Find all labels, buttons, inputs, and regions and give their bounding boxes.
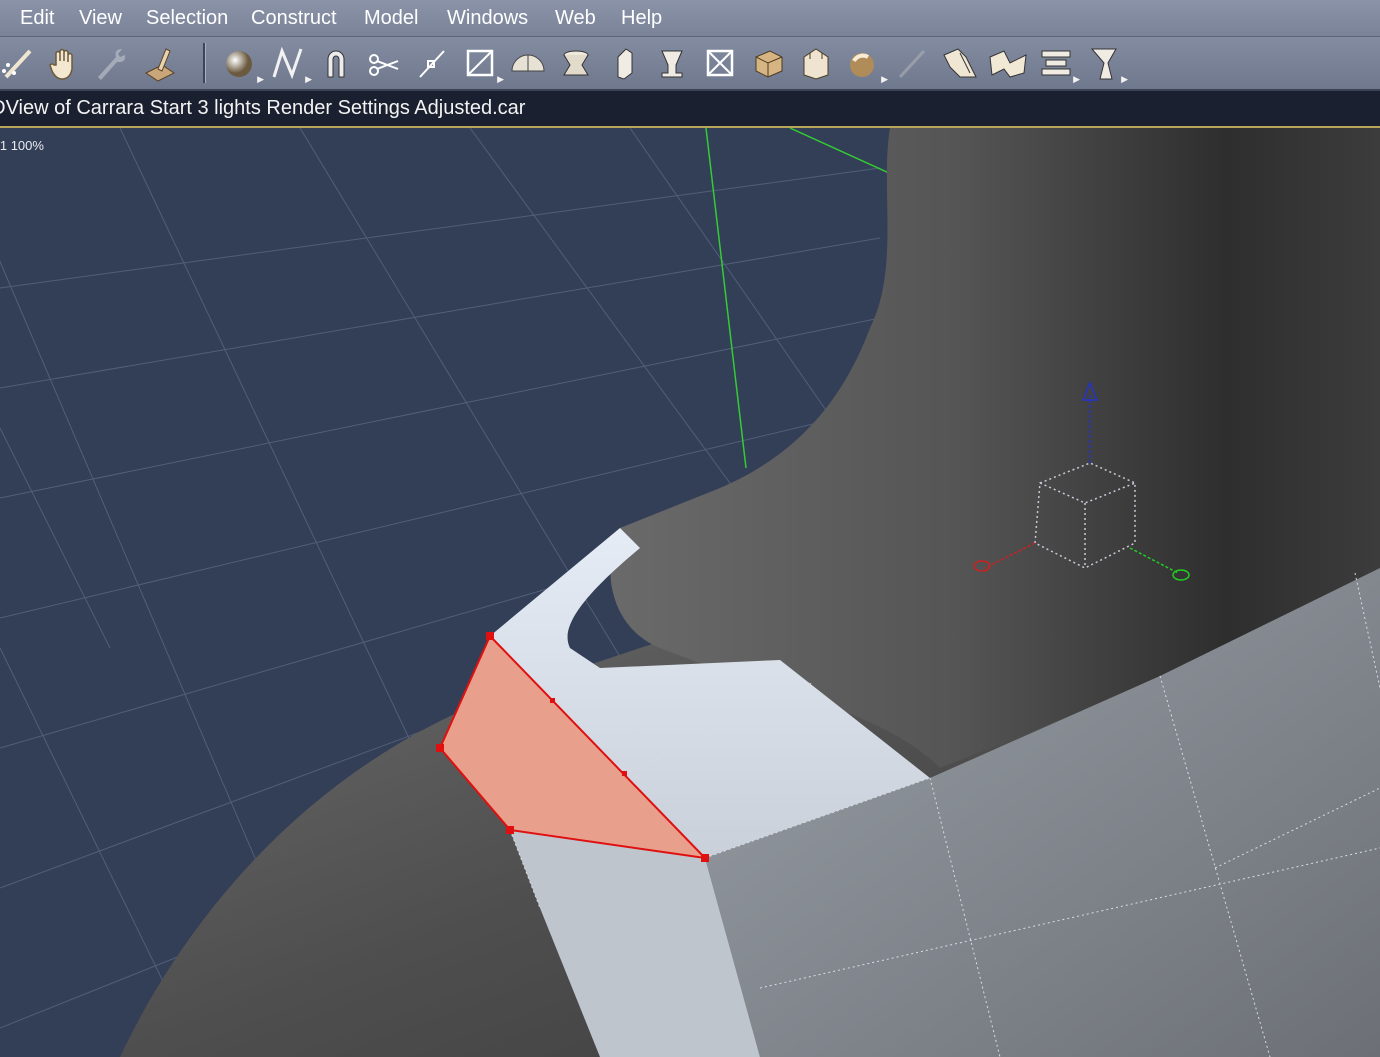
magnet-icon[interactable] — [316, 43, 356, 83]
3d-scene[interactable] — [0, 128, 1380, 1057]
menu-construct[interactable]: Construct — [251, 7, 337, 30]
half-sphere-icon[interactable] — [508, 43, 548, 83]
point-add-icon[interactable] — [412, 43, 452, 83]
cube-icon[interactable] — [748, 43, 788, 83]
sweep-icon[interactable] — [652, 43, 692, 83]
wrench-icon[interactable] — [90, 43, 130, 83]
document-title: 3DView of Carrara Start 3 lights Render … — [0, 97, 526, 119]
box-cross-icon[interactable] — [700, 43, 740, 83]
fold-icon[interactable] — [988, 43, 1028, 83]
sphere-icon[interactable]: ▶ — [220, 43, 264, 84]
bag-icon[interactable] — [796, 43, 836, 83]
morph-icon[interactable] — [940, 43, 980, 83]
spline-icon[interactable]: ▶ — [268, 43, 312, 84]
extrude-icon[interactable] — [604, 43, 644, 83]
menu-view[interactable]: View — [79, 7, 122, 30]
menu-selection[interactable]: Selection — [146, 7, 228, 30]
scissors-icon[interactable] — [364, 43, 404, 83]
menu-model[interactable]: Model — [364, 7, 418, 30]
menu-bar: Edit View Selection Construct Model Wind… — [0, 0, 1380, 37]
align-icon[interactable]: ▶ — [1036, 43, 1080, 84]
magic-wand-icon[interactable] — [0, 43, 38, 83]
lathe-icon[interactable] — [556, 43, 596, 83]
menu-help[interactable]: Help — [621, 7, 662, 30]
menu-web[interactable]: Web — [555, 7, 596, 30]
document-title-bar: 3DView of Carrara Start 3 lights Render … — [0, 91, 1380, 128]
3d-viewport[interactable]: Camera 1 100% — [0, 128, 1380, 1057]
camera-label: Camera 1 100% — [0, 138, 44, 153]
toolbar-separator — [203, 43, 206, 83]
hand-pan-icon[interactable] — [46, 43, 86, 83]
bounding-box-icon[interactable]: ▶ — [460, 43, 504, 84]
mapping-icon[interactable]: ▶ — [844, 43, 888, 84]
menu-edit[interactable]: Edit — [20, 7, 54, 30]
menu-windows[interactable]: Windows — [447, 7, 528, 30]
paint-brush-icon[interactable] — [140, 43, 180, 83]
toolbar: ▶ ▶ ▶ ▶ ▶ ▶ — [0, 37, 1380, 91]
smooth-brush-icon[interactable] — [892, 43, 932, 83]
deform-icon[interactable]: ▶ — [1084, 43, 1128, 84]
